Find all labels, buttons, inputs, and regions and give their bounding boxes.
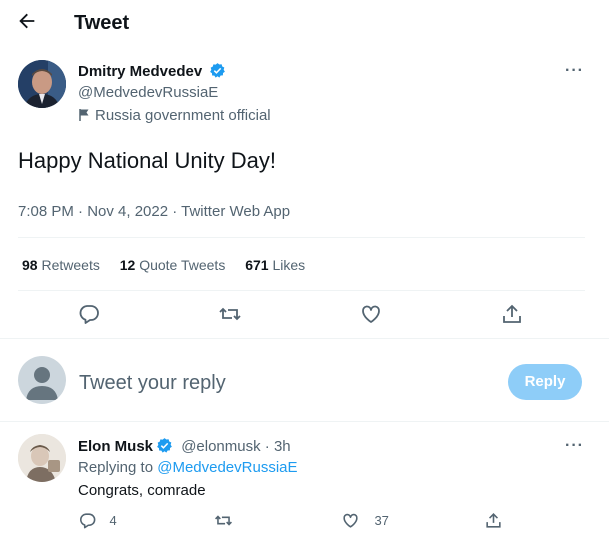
heart-icon bbox=[359, 302, 383, 326]
reply-text: Congrats, comrade bbox=[78, 482, 206, 499]
author-avatar[interactable] bbox=[18, 60, 66, 108]
divider bbox=[18, 290, 585, 291]
flag-icon bbox=[78, 108, 91, 122]
reply-author-name[interactable]: Elon Musk bbox=[78, 438, 153, 455]
reply-count: 4 bbox=[109, 513, 117, 528]
reply-submit-button[interactable]: Reply bbox=[508, 364, 582, 400]
reply-author-handle[interactable]: @elonmusk bbox=[181, 438, 260, 455]
reply-button[interactable] bbox=[77, 302, 101, 326]
tweet-text: Happy National Unity Day! bbox=[18, 148, 277, 173]
reply-more-options-button[interactable]: ··· bbox=[565, 437, 584, 455]
retweet-button[interactable] bbox=[218, 302, 242, 326]
author-handle[interactable]: @MedvedevRussiaE bbox=[78, 84, 218, 101]
retweets-stat[interactable]: 98 Retweets bbox=[22, 257, 100, 273]
reply-reply-button[interactable]: 4 bbox=[78, 511, 117, 531]
back-button[interactable] bbox=[16, 10, 42, 36]
replying-to-link[interactable]: @MedvedevRussiaE bbox=[157, 459, 297, 476]
retweet-icon bbox=[218, 302, 242, 326]
comment-icon bbox=[78, 511, 97, 530]
share-button[interactable] bbox=[500, 302, 524, 326]
more-options-button[interactable]: ··· bbox=[565, 62, 584, 80]
user-avatar[interactable] bbox=[18, 356, 66, 404]
verified-badge-icon bbox=[209, 62, 226, 79]
divider bbox=[0, 421, 609, 422]
author-name[interactable]: Dmitry Medvedev bbox=[78, 63, 202, 80]
likes-stat[interactable]: 671 Likes bbox=[245, 257, 305, 273]
reply-input[interactable]: Tweet your reply bbox=[79, 372, 479, 395]
like-button[interactable] bbox=[359, 302, 383, 326]
like-count: 37 bbox=[374, 513, 389, 528]
tweet-meta[interactable]: 7:08 PM · Nov 4, 2022 · Twitter Web App bbox=[18, 203, 290, 220]
reply-time[interactable]: · 3h bbox=[265, 438, 291, 455]
quotes-stat[interactable]: 12 Quote Tweets bbox=[120, 257, 226, 273]
comment-icon bbox=[77, 302, 101, 326]
retweet-icon bbox=[214, 511, 233, 530]
share-icon bbox=[500, 302, 524, 326]
reply-author-avatar[interactable] bbox=[18, 434, 66, 482]
divider bbox=[18, 237, 585, 238]
arrow-left-icon bbox=[16, 10, 42, 32]
page-title: Tweet bbox=[74, 12, 130, 34]
reply-retweet-button[interactable] bbox=[214, 511, 233, 530]
divider bbox=[0, 338, 609, 339]
share-icon bbox=[484, 511, 503, 530]
reply-share-button[interactable] bbox=[484, 511, 503, 530]
replying-to-label: Replying to bbox=[78, 459, 154, 476]
reply-like-button[interactable]: 37 bbox=[341, 511, 389, 531]
affiliation-label: Russia government official bbox=[95, 107, 271, 124]
verified-badge-icon bbox=[156, 437, 173, 454]
heart-icon bbox=[341, 511, 360, 530]
